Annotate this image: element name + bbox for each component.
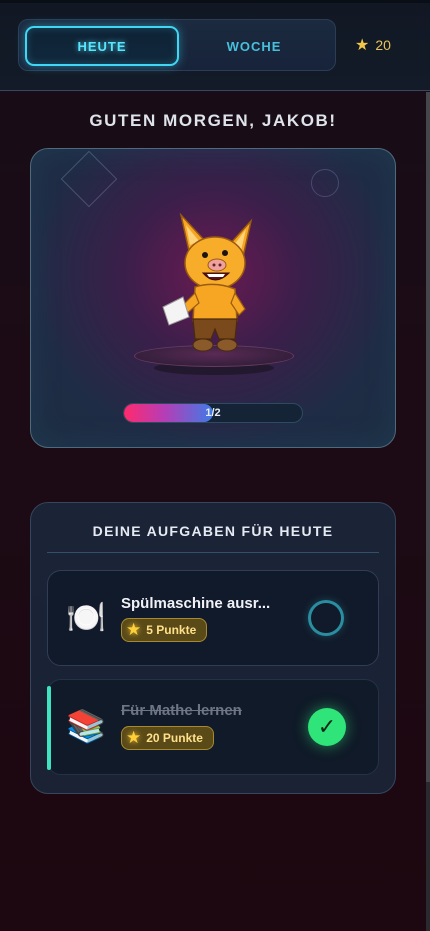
points-badge-label: 5 Punkte [146,623,197,637]
star-icon: ★ [126,620,142,639]
completed-check-icon[interactable]: ✓ [308,708,346,746]
complete-task-checkbox[interactable] [308,600,344,636]
points-badge-label: 20 Punkte [146,731,203,745]
day-week-toggle: HEUTE WOCHE [18,19,336,71]
plate-cutlery-icon: 🍽️ [66,599,106,635]
divider [47,552,379,553]
scrollbar-thumb[interactable] [426,92,430,782]
decorative-circle [311,169,339,197]
star-icon: ★ [355,37,370,54]
tab-today[interactable]: HEUTE [25,26,179,66]
books-icon: 📚 [66,708,106,744]
points-value: 20 [375,37,391,53]
task-item[interactable]: 🍽️ Spülmaschine ausr... ★ 5 Punkte [47,570,379,666]
star-icon: ★ [126,728,142,747]
task-item[interactable]: 📚 Für Mathe lernen ★ 20 Punkte ✓ [47,679,379,775]
progress-label: 1/2 [205,407,221,419]
tasks-card: DEINE AUFGABEN FÜR HEUTE 🍽️ Spülmaschine… [30,502,396,794]
tab-week[interactable]: WOCHE [179,26,329,66]
top-bar: HEUTE WOCHE ★ 20 [0,0,430,91]
points-display: ★ 20 [355,35,391,55]
tasks-heading: DEINE AUFGABEN FÜR HEUTE [92,523,334,539]
task-name: Spülmaschine ausr... [121,595,271,612]
points-badge: ★ 5 Punkte [121,618,208,642]
task-name: Für Mathe lernen [121,702,242,719]
done-accent-bar [47,686,51,770]
greeting-heading: GUTEN MORGEN, JAKOB! [89,111,337,130]
daily-progress-bar: 1/2 [123,403,303,423]
decorative-diamond [60,150,118,208]
fox-mascot-icon [162,212,253,352]
points-badge: ★ 20 Punkte [121,726,214,750]
mascot-card: 1/2 [30,148,396,448]
